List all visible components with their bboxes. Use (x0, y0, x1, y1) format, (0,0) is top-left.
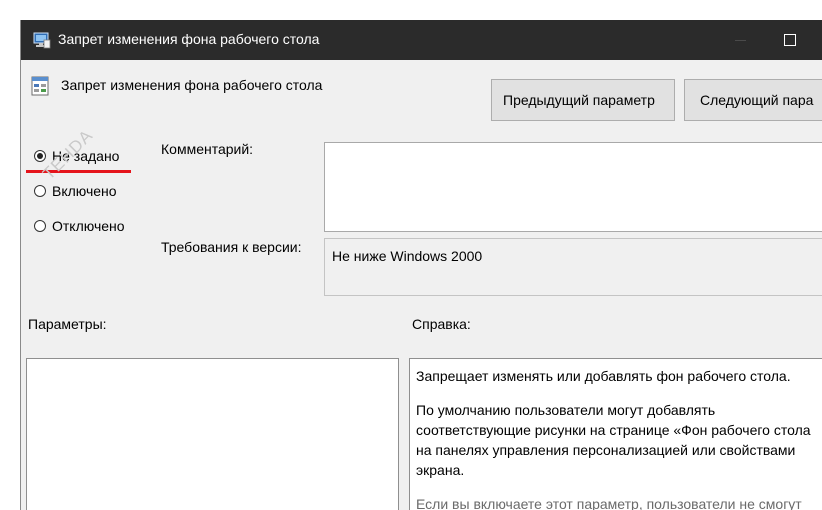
help-paragraph: По умолчанию пользователи могут добавлят… (416, 402, 811, 478)
next-setting-button[interactable]: Следующий пара (684, 79, 822, 121)
policy-name: Запрет изменения фона рабочего стола (61, 77, 323, 93)
radio-enabled[interactable]: Включено (34, 181, 117, 201)
options-panel[interactable] (26, 358, 399, 510)
version-value: Не ниже Windows 2000 (332, 248, 483, 264)
comment-label: Комментарий: (161, 141, 254, 157)
radio-button-checked[interactable] (34, 150, 46, 162)
radio-label-enabled: Включено (52, 183, 117, 199)
minimize-icon[interactable] (721, 20, 761, 60)
help-panel[interactable]: Запрещает изменять или добавлять фон раб… (409, 358, 822, 510)
help-paragraph: Если вы включаете этот параметр, пользов… (416, 496, 802, 510)
title-bar[interactable]: Запрет изменения фона рабочего стола (21, 20, 822, 60)
policy-dialog-window: Запрет изменения фона рабочего стола Зап… (20, 20, 822, 510)
window-title: Запрет изменения фона рабочего стола (58, 31, 320, 47)
maximize-icon[interactable] (769, 20, 809, 60)
comment-textarea[interactable] (324, 142, 822, 232)
radio-disabled[interactable]: Отключено (34, 216, 125, 236)
radio-button[interactable] (34, 220, 46, 232)
options-label: Параметры: (28, 316, 107, 332)
version-requirements-field: Не ниже Windows 2000 (324, 238, 822, 296)
version-label: Требования к версии: (161, 239, 302, 255)
policy-setting-icon (31, 76, 49, 96)
radio-button[interactable] (34, 185, 46, 197)
gpedit-icon (33, 31, 51, 49)
help-paragraph: Запрещает изменять или добавлять фон раб… (416, 368, 791, 384)
radio-label-disabled: Отключено (52, 218, 125, 234)
help-label: Справка: (412, 316, 471, 332)
previous-setting-button[interactable]: Предыдущий параметр (491, 79, 675, 121)
